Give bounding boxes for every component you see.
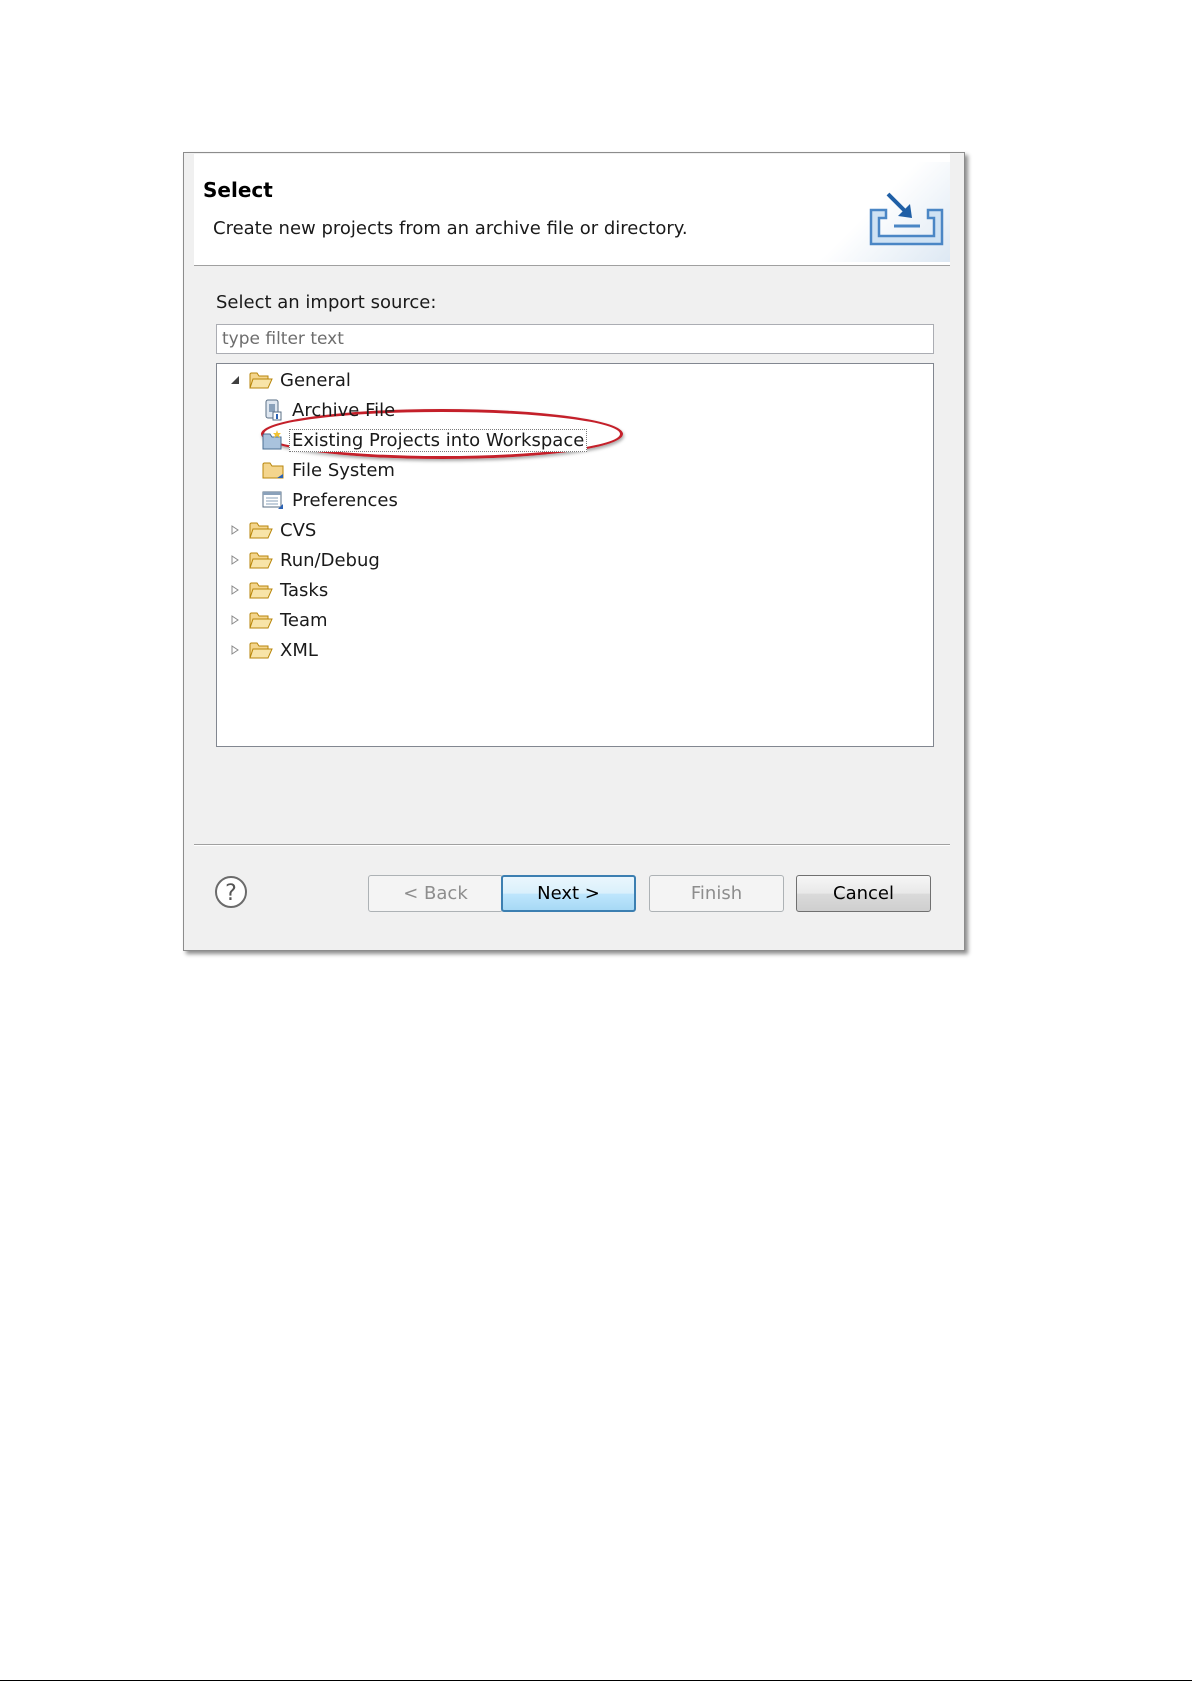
import-wizard-icon (869, 192, 944, 246)
expand-arrow-closed-icon[interactable] (227, 545, 243, 575)
next-button[interactable]: Next > (501, 875, 636, 912)
page-bottom-rule (0, 1680, 1192, 1681)
tree-item-label: XML (280, 639, 318, 661)
finish-button[interactable]: Finish (649, 875, 784, 912)
tree-item-label: File System (292, 459, 395, 481)
open-folder-icon (249, 635, 273, 665)
tree-item-label: Existing Projects into Workspace (289, 428, 588, 452)
help-icon: ? (215, 876, 247, 908)
filter-input[interactable] (216, 324, 934, 354)
project-icon (261, 425, 285, 455)
tree-item-archive-file[interactable]: Archive File (255, 395, 398, 425)
expand-arrow-open-icon[interactable] (227, 365, 243, 395)
archive-file-icon (261, 395, 285, 425)
open-folder-icon (249, 575, 273, 605)
footer-separator (194, 844, 950, 846)
cancel-button[interactable]: Cancel (796, 875, 931, 912)
open-folder-icon (249, 605, 273, 635)
tree-item-run-debug[interactable]: Run/Debug (227, 545, 383, 575)
import-dialog: Select Create new projects from an archi… (183, 152, 965, 951)
expand-arrow-closed-icon[interactable] (227, 515, 243, 545)
import-source-label: Select an import source: (216, 292, 437, 313)
tree-item-label: Preferences (292, 489, 398, 511)
page-title: Select (203, 178, 273, 202)
import-source-tree[interactable]: General Archive File Existing Projects int… (216, 363, 934, 747)
tree-item-existing-projects-into-workspace[interactable]: Existing Projects into Workspace (255, 425, 588, 455)
back-button[interactable]: < Back (368, 875, 503, 912)
tree-item-team[interactable]: Team (227, 605, 331, 635)
open-folder-icon (249, 545, 273, 575)
tree-item-cvs[interactable]: CVS (227, 515, 319, 545)
tree-item-label: General (280, 369, 351, 391)
page-description: Create new projects from an archive file… (213, 218, 688, 239)
preferences-icon (261, 485, 285, 515)
folder-icon (261, 455, 285, 485)
tree-item-label: Archive File (292, 399, 396, 421)
tree-item-file-system[interactable]: File System (255, 455, 398, 485)
expand-arrow-closed-icon[interactable] (227, 575, 243, 605)
wizard-header: Select Create new projects from an archi… (194, 154, 950, 266)
expand-arrow-closed-icon[interactable] (227, 605, 243, 635)
tree-item-label: CVS (280, 519, 317, 541)
tree-item-general[interactable]: General (227, 365, 354, 395)
expand-arrow-closed-icon[interactable] (227, 635, 243, 665)
tree-item-label: Team (280, 609, 328, 631)
header-banner (810, 162, 950, 262)
tree-item-preferences[interactable]: Preferences (255, 485, 401, 515)
open-folder-icon (249, 515, 273, 545)
tree-item-tasks[interactable]: Tasks (227, 575, 331, 605)
tree-item-xml[interactable]: XML (227, 635, 321, 665)
open-folder-icon (249, 365, 273, 395)
svg-text:?: ? (225, 881, 237, 906)
tree-item-label: Run/Debug (280, 549, 380, 571)
tree-item-label: Tasks (280, 579, 329, 601)
help-button[interactable]: ? (214, 875, 248, 909)
